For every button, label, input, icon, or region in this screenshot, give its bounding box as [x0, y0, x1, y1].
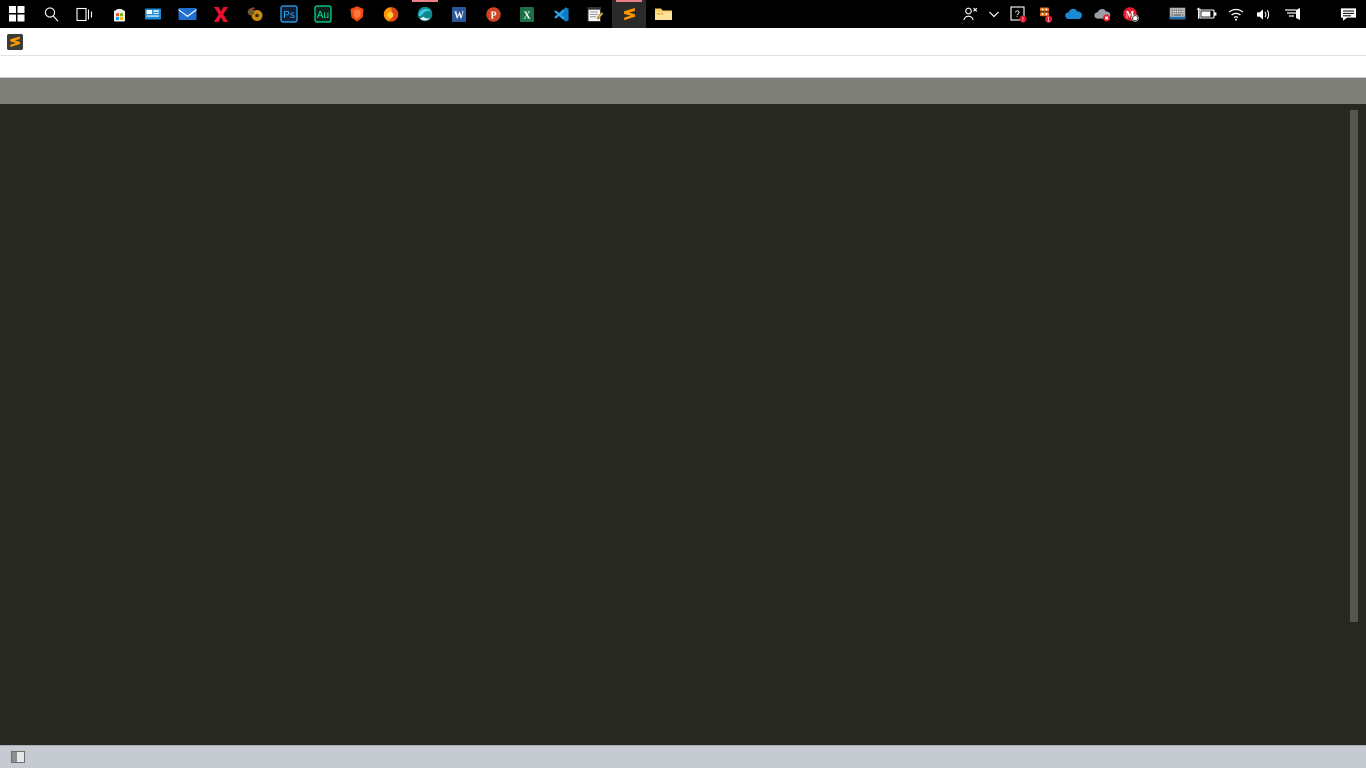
tab-nav-arrows[interactable] — [0, 78, 42, 104]
excel-red-x-button[interactable] — [204, 0, 238, 28]
excel-icon: X — [520, 6, 534, 22]
network-icon[interactable] — [1278, 0, 1307, 28]
update-alert-icon[interactable]: 1 — [1032, 0, 1059, 28]
antivirus-alert-icon[interactable]: M — [1117, 0, 1144, 28]
task-view-button[interactable] — [68, 0, 102, 28]
tab-bar — [0, 78, 1366, 104]
file-explorer-button[interactable] — [646, 0, 680, 28]
tab-bar-actions — [1344, 78, 1366, 104]
notepad-button[interactable] — [578, 0, 612, 28]
vscode-icon — [554, 6, 569, 22]
photoshop-button[interactable]: Ps — [272, 0, 306, 28]
minimize-button[interactable] — [1228, 28, 1274, 56]
microsoft-store-button[interactable] — [102, 0, 136, 28]
tray-badge-yellow[interactable] — [1144, 0, 1154, 28]
brave-browser-button[interactable] — [340, 0, 374, 28]
svg-text:Ps: Ps — [283, 10, 295, 21]
svg-text:P: P — [490, 10, 496, 21]
window-controls — [1228, 28, 1366, 56]
status-bar — [0, 745, 1366, 768]
audition-button[interactable]: Au — [306, 0, 340, 28]
cloud-error-icon[interactable] — [1088, 0, 1117, 28]
notepad-icon — [587, 6, 604, 22]
audition-icon: Au — [314, 5, 332, 23]
word-button[interactable]: W — [442, 0, 476, 28]
code-editor[interactable] — [0, 104, 1366, 745]
file-explorer-icon — [654, 8, 672, 20]
menu-bar — [0, 56, 1366, 78]
code-content[interactable] — [0, 104, 1210, 745]
people-icon[interactable] — [957, 0, 983, 28]
maximize-button[interactable] — [1274, 28, 1320, 56]
photoshop-icon: Ps — [280, 5, 298, 23]
minimap[interactable] — [1210, 104, 1366, 745]
mail-icon — [178, 8, 196, 20]
edge-icon — [417, 6, 433, 22]
excel-x-red-icon — [213, 6, 229, 22]
system-tray: ?! 1 M — [957, 0, 1366, 28]
action-center-icon[interactable] — [1335, 0, 1362, 28]
onedrive-icon[interactable] — [1059, 0, 1088, 28]
volume-icon[interactable] — [1250, 0, 1278, 28]
windows-taskbar: Ps Au W P X ? ! 1 M — [0, 0, 1366, 28]
windows-icon — [9, 6, 25, 22]
wifi-icon[interactable] — [1222, 0, 1250, 28]
remote-desktop-button[interactable] — [136, 0, 170, 28]
sublime-text-icon — [623, 7, 635, 20]
keyboard-icon[interactable] — [1164, 0, 1191, 28]
firefox-button[interactable] — [374, 0, 408, 28]
search-icon — [44, 6, 58, 22]
svg-text:?: ? — [1015, 9, 1020, 19]
microsoft-store-icon — [113, 8, 125, 21]
firefox-icon — [383, 7, 399, 22]
vscode-button[interactable] — [544, 0, 578, 28]
sublime-text-button[interactable] — [612, 0, 646, 28]
excel-button[interactable]: X — [510, 0, 544, 28]
svg-text:X: X — [523, 10, 531, 21]
tray-badge-green[interactable] — [1154, 0, 1164, 28]
help-alert-icon[interactable]: ?! — [1005, 0, 1032, 28]
start-button[interactable] — [0, 0, 34, 28]
minimap-scrollbar[interactable] — [1350, 110, 1358, 622]
edge-button[interactable] — [408, 0, 442, 28]
brave-browser-icon — [350, 6, 364, 22]
window-title-bar[interactable] — [0, 28, 1366, 56]
powerpoint-button[interactable]: P — [476, 0, 510, 28]
svg-text:Au: Au — [317, 10, 329, 21]
sublime-text-logo — [4, 33, 26, 51]
task-view-icon — [76, 7, 93, 21]
media-player-button[interactable] — [238, 0, 272, 28]
taskbar-pinned-apps: Ps Au W P X — [0, 0, 680, 28]
search-button[interactable] — [34, 0, 68, 28]
show-hidden-icons-chevron[interactable] — [983, 0, 1005, 28]
svg-text:W: W — [454, 10, 464, 21]
sidebar-toggle-icon[interactable] — [11, 751, 25, 763]
mail-button[interactable] — [170, 0, 204, 28]
battery-charging-icon[interactable] — [1191, 0, 1222, 28]
word-icon: W — [452, 6, 466, 22]
close-button[interactable] — [1320, 28, 1366, 56]
remote-desktop-icon — [145, 8, 161, 19]
media-player-icon — [247, 7, 262, 21]
powerpoint-icon: P — [485, 6, 501, 22]
